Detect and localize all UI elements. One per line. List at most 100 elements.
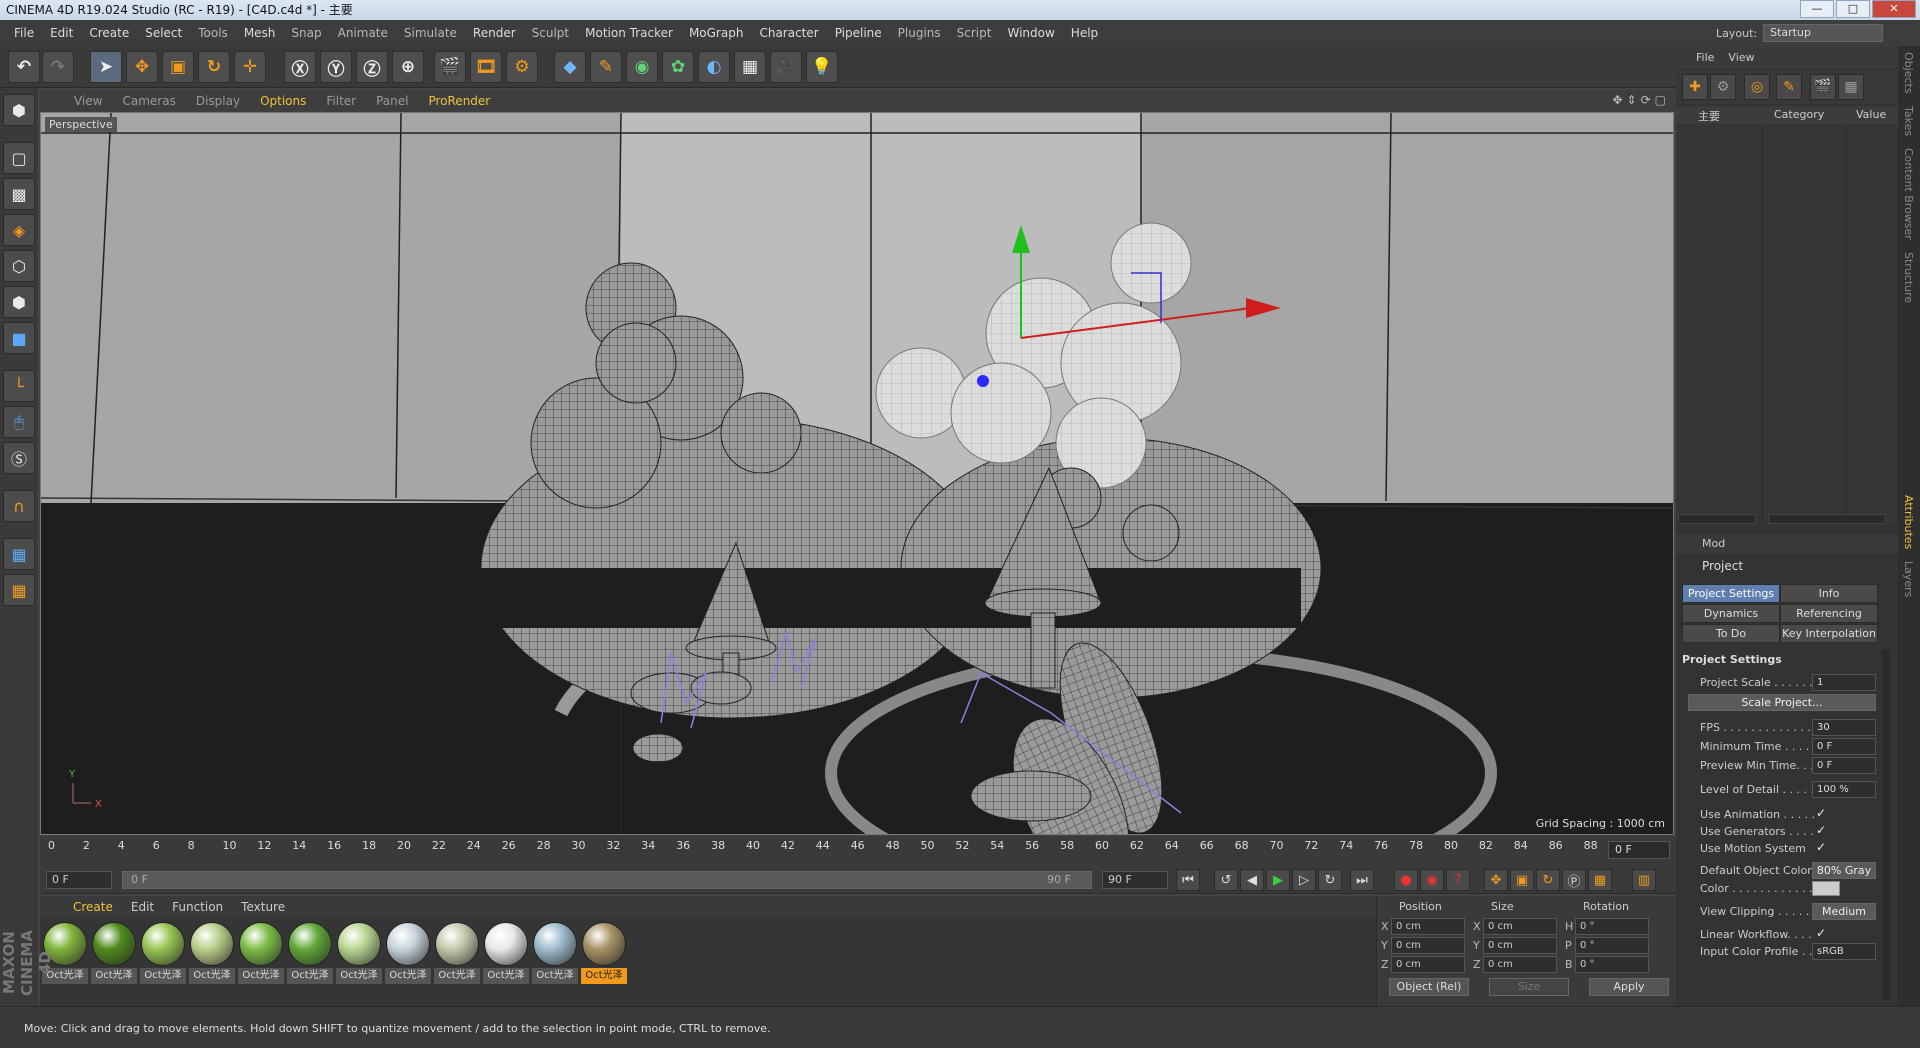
move-tool-icon[interactable]: ✥: [126, 51, 158, 83]
polygons-mode-icon[interactable]: ■: [3, 322, 35, 354]
om-menu-file[interactable]: File: [1696, 51, 1714, 64]
rotation-field[interactable]: 0 °: [1575, 937, 1649, 954]
vp-menu-options[interactable]: Options: [250, 94, 316, 108]
attribute-value[interactable]: 30: [1812, 719, 1876, 736]
perspective-viewport[interactable]: Y X Perspective Grid Spacing : 1000 cm: [40, 112, 1674, 835]
next-frame-icon[interactable]: ▷: [1292, 869, 1316, 891]
take-filter-icon[interactable]: ▦: [1838, 74, 1864, 100]
menu-create[interactable]: Create: [81, 26, 137, 40]
tab-referencing[interactable]: Referencing: [1780, 604, 1878, 623]
horizontal-scrollbar[interactable]: [1768, 514, 1886, 524]
side-tab-takes[interactable]: Takes: [1898, 100, 1919, 142]
mat-menu-edit[interactable]: Edit: [122, 900, 163, 914]
column-value[interactable]: Value: [1856, 108, 1886, 121]
material-swatch[interactable]: Oct光泽: [483, 922, 529, 984]
position-field[interactable]: 0 cm: [1391, 937, 1465, 954]
side-tab-attributes[interactable]: Attributes: [1898, 489, 1919, 555]
render-settings-icon[interactable]: ⚙: [506, 51, 538, 83]
attribute-checkbox[interactable]: ✓: [1816, 926, 1826, 940]
coord-mode-dropdown[interactable]: Object (Rel): [1389, 978, 1469, 996]
attribute-checkbox[interactable]: ✓: [1816, 806, 1826, 820]
menu-mesh[interactable]: Mesh: [236, 26, 284, 40]
auto-take-icon[interactable]: ✎: [1776, 74, 1802, 100]
mat-menu-create[interactable]: Create: [64, 900, 122, 914]
go-to-end-icon[interactable]: ⏭: [1350, 869, 1374, 891]
cube-primitive-icon[interactable]: ◆: [554, 51, 586, 83]
make-editable-icon[interactable]: ⬢: [3, 94, 35, 126]
next-key-icon[interactable]: ↻: [1318, 869, 1342, 891]
timeline-window-icon[interactable]: ▥: [1632, 869, 1656, 891]
key-parameter-icon[interactable]: Ⓟ: [1562, 869, 1586, 891]
layout-dropdown[interactable]: Startup: [1763, 24, 1884, 42]
x-axis-lock-icon[interactable]: Ⓧ: [284, 51, 316, 83]
tab-to-do[interactable]: To Do: [1682, 624, 1780, 643]
frame-range-slider[interactable]: 0 F 90 F: [122, 871, 1092, 889]
rotation-field[interactable]: 0 °: [1575, 918, 1649, 935]
size-field[interactable]: 0 cm: [1483, 918, 1557, 935]
current-frame-field[interactable]: 0 F: [1608, 841, 1670, 859]
vp-menu-cameras[interactable]: Cameras: [112, 94, 185, 108]
mat-menu-texture[interactable]: Texture: [232, 900, 294, 914]
menu-edit[interactable]: Edit: [42, 26, 81, 40]
material-swatch[interactable]: Oct光泽: [189, 922, 235, 984]
live-selection-icon[interactable]: ✛: [234, 51, 266, 83]
render-view-icon[interactable]: 🎬: [434, 51, 466, 83]
object-list[interactable]: [1676, 124, 1898, 524]
attributes-menubar[interactable]: Mod: [1676, 534, 1898, 554]
solo-mode-icon[interactable]: Ⓢ: [3, 442, 35, 474]
menu-mograph[interactable]: MoGraph: [681, 26, 752, 40]
pen-spline-icon[interactable]: ✎: [590, 51, 622, 83]
rotate-tool-icon[interactable]: ↻: [198, 51, 230, 83]
material-swatch[interactable]: Oct光泽: [385, 922, 431, 984]
key-position-icon[interactable]: ✥: [1484, 869, 1508, 891]
floor-icon[interactable]: ▦: [734, 51, 766, 83]
vp-menu-view[interactable]: View: [64, 94, 112, 108]
menu-render[interactable]: Render: [465, 26, 524, 40]
size-field[interactable]: 0 cm: [1483, 956, 1557, 973]
rotation-field[interactable]: 0 °: [1575, 956, 1649, 973]
scale-tool-icon[interactable]: ▣: [162, 51, 194, 83]
side-tab-layers[interactable]: Layers: [1898, 555, 1919, 603]
menu-character[interactable]: Character: [751, 26, 826, 40]
snap-icon[interactable]: ∩: [3, 490, 35, 522]
material-swatch[interactable]: Oct光泽: [532, 922, 578, 984]
menu-window[interactable]: Window: [999, 26, 1062, 40]
texture-mode-icon[interactable]: ▩: [3, 178, 35, 210]
minimize-button[interactable]: —: [1800, 0, 1834, 18]
key-pla-icon[interactable]: ▦: [1588, 869, 1612, 891]
attribute-value[interactable]: 0 F: [1812, 757, 1876, 774]
tab-info[interactable]: Info: [1780, 584, 1878, 603]
axis-mode-icon[interactable]: └: [3, 370, 35, 402]
menu-simulate[interactable]: Simulate: [396, 26, 465, 40]
tab-dynamics[interactable]: Dynamics: [1682, 604, 1780, 623]
y-axis-lock-icon[interactable]: Ⓨ: [320, 51, 352, 83]
add-object-icon[interactable]: ✚: [1682, 74, 1708, 100]
z-axis-lock-icon[interactable]: Ⓩ: [356, 51, 388, 83]
render-picture-viewer-icon[interactable]: 🎞: [470, 51, 502, 83]
autokey-icon[interactable]: ◉: [1420, 869, 1444, 891]
column-category[interactable]: Category: [1774, 108, 1824, 121]
deformer-icon[interactable]: ◐: [698, 51, 730, 83]
menu-plugins[interactable]: Plugins: [890, 26, 949, 40]
mat-menu-function[interactable]: Function: [163, 900, 232, 914]
color-swatch[interactable]: [1812, 881, 1840, 896]
side-tab-objects[interactable]: Objects: [1898, 46, 1919, 100]
workplane-lock-icon[interactable]: ▦: [3, 538, 35, 570]
light-icon[interactable]: 💡: [806, 51, 838, 83]
attribute-checkbox[interactable]: ✓: [1816, 823, 1826, 837]
takes-icon[interactable]: ⚙: [1710, 74, 1736, 100]
render-take-icon[interactable]: 🎬: [1810, 74, 1836, 100]
previous-key-icon[interactable]: ↺: [1214, 869, 1238, 891]
edges-mode-icon[interactable]: ⬢: [3, 286, 35, 318]
menu-tools[interactable]: Tools: [190, 26, 236, 40]
keyframe-selection-icon[interactable]: ?: [1446, 869, 1470, 891]
previous-frame-icon[interactable]: ◀: [1240, 869, 1264, 891]
menu-select[interactable]: Select: [137, 26, 190, 40]
scale-project-button[interactable]: Scale Project...: [1688, 694, 1876, 711]
vp-menu-display[interactable]: Display: [186, 94, 250, 108]
record-icon[interactable]: ●: [1394, 869, 1418, 891]
menu-motion-tracker[interactable]: Motion Tracker: [577, 26, 681, 40]
key-rotation-icon[interactable]: ↻: [1536, 869, 1560, 891]
maximize-button[interactable]: □: [1836, 0, 1870, 18]
menu-help[interactable]: Help: [1063, 26, 1106, 40]
